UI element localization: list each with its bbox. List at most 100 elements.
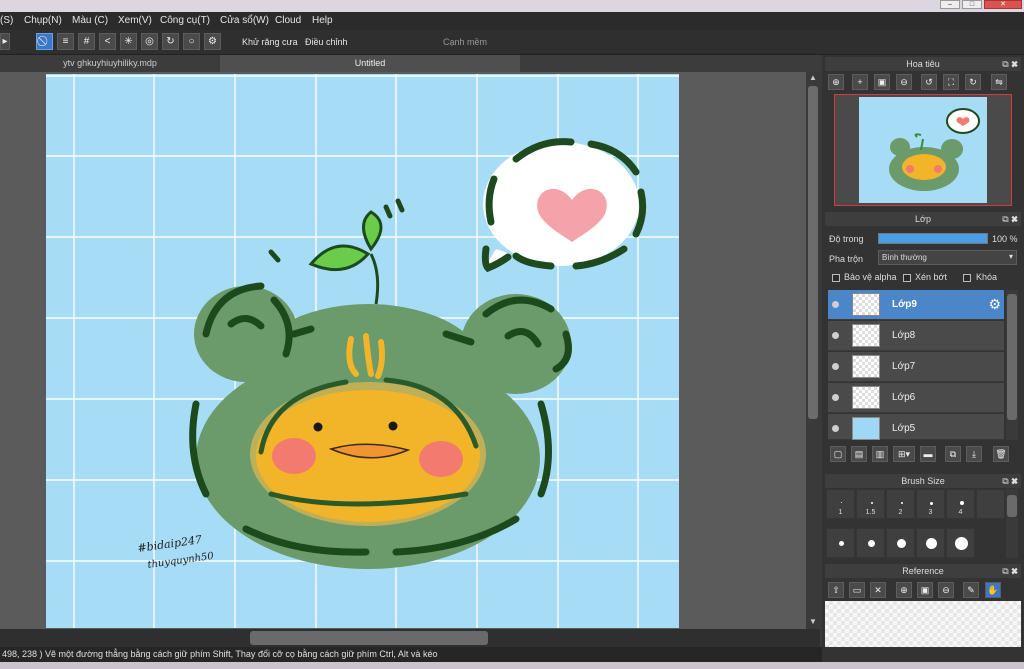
menu-window[interactable]: Cửa sổ(W) xyxy=(220,15,269,26)
new-folder-icon[interactable]: ▬ xyxy=(920,446,936,462)
brush-size-1[interactable]: 1 xyxy=(826,489,855,519)
brush-size-8[interactable] xyxy=(916,528,945,558)
reference-title: Reference xyxy=(902,566,944,576)
menu-view[interactable]: Xem(V) xyxy=(118,15,152,26)
menu-color[interactable]: Màu (C) xyxy=(72,15,108,26)
brush-size-7[interactable] xyxy=(886,528,915,558)
blend-value: Bình thường xyxy=(882,253,927,262)
scroll-up-arrow-icon[interactable]: ▲ xyxy=(808,73,818,83)
brush-size-label: 2 xyxy=(898,509,903,516)
brush-size-3[interactable]: 3 xyxy=(916,489,945,519)
clipping-checkbox[interactable] xyxy=(903,274,911,282)
flip-horizontal-icon[interactable]: ⇋ xyxy=(991,74,1007,90)
panel-float-close-icon[interactable]: ⧉ ✖ xyxy=(1002,474,1018,488)
protect-alpha-checkbox[interactable] xyxy=(832,274,840,282)
blend-mode-select[interactable]: Bình thường ▾ xyxy=(878,250,1017,265)
reference-zoom-out-icon[interactable]: ⊖ xyxy=(938,582,954,598)
layer-row-6[interactable]: Lớp6 xyxy=(828,383,1004,413)
radial-snap-button[interactable]: ✳ xyxy=(120,33,137,50)
parallel-snap-button[interactable]: ≡ xyxy=(57,33,74,50)
brush-size-6[interactable] xyxy=(856,528,885,558)
vertical-scroll-thumb[interactable] xyxy=(808,86,818,419)
reset-view-icon[interactable]: ⛶ xyxy=(943,74,959,90)
add-layer-menu-icon[interactable]: ⊞▾ xyxy=(893,446,915,462)
layer-row-7[interactable]: Lớp7 xyxy=(828,352,1004,382)
tool-options-bar: ▸ ⃠ ≡ # < ✳ ◎ ↻ ○ ⚙ Khử răng cưa Điều ch… xyxy=(0,30,1024,78)
layer-settings-gear-icon[interactable]: ⚙ xyxy=(988,296,1001,313)
play-arrow-icon[interactable]: ▸ xyxy=(0,33,10,50)
brush-size-4[interactable]: 4 xyxy=(946,489,975,519)
visibility-eye-icon[interactable] xyxy=(832,363,839,370)
duplicate-layer-icon[interactable]: ⧉ xyxy=(945,446,961,462)
panel-float-close-icon[interactable]: ⧉ ✖ xyxy=(1002,564,1018,578)
visibility-eye-icon[interactable] xyxy=(832,301,839,308)
new-layer-icon[interactable]: ▢ xyxy=(830,446,846,462)
reference-zoom-in-icon[interactable]: ⊕ xyxy=(896,582,912,598)
brush-size-label: 1.5 xyxy=(865,509,876,516)
new-halftone-layer-icon[interactable]: ▤ xyxy=(851,446,867,462)
brush-scroll-thumb[interactable] xyxy=(1007,495,1017,517)
menu-cloud[interactable]: Cloud xyxy=(275,15,301,26)
minimize-button[interactable]: – xyxy=(940,0,960,9)
open-folder-icon[interactable]: ▭ xyxy=(849,582,865,598)
brush-size-empty[interactable] xyxy=(976,489,1005,519)
reference-canvas[interactable] xyxy=(825,601,1021,647)
opacity-slider[interactable] xyxy=(878,233,988,244)
brush-size-2[interactable]: 2 xyxy=(886,489,915,519)
zoom-out-icon[interactable]: ⊖ xyxy=(896,74,912,90)
layer-scroll-thumb[interactable] xyxy=(1007,294,1017,420)
rotate-left-icon[interactable]: ↺ xyxy=(921,74,937,90)
eyedropper-icon[interactable]: ✎ xyxy=(963,582,979,598)
zoom-in-alt-icon[interactable]: + xyxy=(852,74,868,90)
visibility-eye-icon[interactable] xyxy=(832,425,839,432)
layer-scrollbar[interactable] xyxy=(1006,290,1018,440)
close-reference-icon[interactable]: ✕ xyxy=(870,582,886,598)
horizontal-scroll-thumb[interactable] xyxy=(250,631,488,645)
tab-untitled[interactable]: Untitled xyxy=(220,55,520,72)
menu-select[interactable]: (S) xyxy=(0,15,13,26)
circle-snap-button[interactable]: ◎ xyxy=(141,33,158,50)
brush-scrollbar[interactable] xyxy=(1006,489,1018,558)
ellipse-snap-button[interactable]: ○ xyxy=(183,33,200,50)
brush-size-1-5[interactable]: 1.5 xyxy=(856,489,885,519)
visibility-eye-icon[interactable] xyxy=(832,332,839,339)
lock-checkbox[interactable] xyxy=(963,274,971,282)
scroll-down-arrow-icon[interactable]: ▼ xyxy=(808,617,818,627)
fit-view-icon[interactable]: ▣ xyxy=(874,74,890,90)
visibility-eye-icon[interactable] xyxy=(832,394,839,401)
brush-size-5[interactable] xyxy=(826,528,855,558)
tab-file[interactable]: ytv ghkuyhiuyhiliky.mdp xyxy=(0,55,220,72)
new-1bit-layer-icon[interactable]: ▥ xyxy=(872,446,888,462)
delete-layer-icon[interactable]: 🗑 xyxy=(993,446,1009,462)
reference-fit-icon[interactable]: ▣ xyxy=(917,582,933,598)
grid-snap-button[interactable]: # xyxy=(78,33,95,50)
drawing-canvas[interactable]: #bidaip247 thuyquynh50 xyxy=(46,74,679,628)
menu-tools[interactable]: Công cụ(T) xyxy=(160,15,210,26)
menu-capture[interactable]: Chụp(N) xyxy=(24,15,62,26)
snap-settings-gear-icon[interactable]: ⚙ xyxy=(204,33,221,50)
layer-row-9[interactable]: Lớp9 ⚙ xyxy=(828,290,1004,320)
layer-name: Lớp8 xyxy=(892,330,916,341)
panel-float-close-icon[interactable]: ⧉ ✖ xyxy=(1002,57,1018,71)
navigator-preview[interactable] xyxy=(834,94,1012,206)
brush-size-panel-header: Brush Size ⧉ ✖ xyxy=(825,474,1021,488)
vanishing-snap-button[interactable]: < xyxy=(99,33,116,50)
blend-label: Pha trộn xyxy=(829,254,864,264)
panel-float-close-icon[interactable]: ⧉ ✖ xyxy=(1002,212,1018,226)
rotate-right-icon[interactable]: ↻ xyxy=(965,74,981,90)
curve-snap-button[interactable]: ↻ xyxy=(162,33,179,50)
menu-help[interactable]: Help xyxy=(312,15,333,26)
navigator-thumbnail xyxy=(859,97,987,203)
brush-size-9[interactable] xyxy=(946,528,975,558)
close-window-button[interactable]: ✕ xyxy=(984,0,1022,9)
upload-reference-icon[interactable]: ⇧ xyxy=(828,582,844,598)
layer-row-8[interactable]: Lớp8 xyxy=(828,321,1004,351)
hand-tool-icon[interactable]: ✋ xyxy=(985,582,1001,598)
zoom-in-icon[interactable]: ⊕ xyxy=(828,74,844,90)
no-snap-button[interactable]: ⃠ xyxy=(36,33,53,50)
maximize-button[interactable]: □ xyxy=(962,0,982,9)
layer-thumbnail xyxy=(852,386,880,409)
layer-name: Lớp9 xyxy=(892,299,917,310)
merge-down-icon[interactable]: ⤓ xyxy=(966,446,982,462)
layer-row-5[interactable]: Lớp5 xyxy=(828,414,1004,440)
